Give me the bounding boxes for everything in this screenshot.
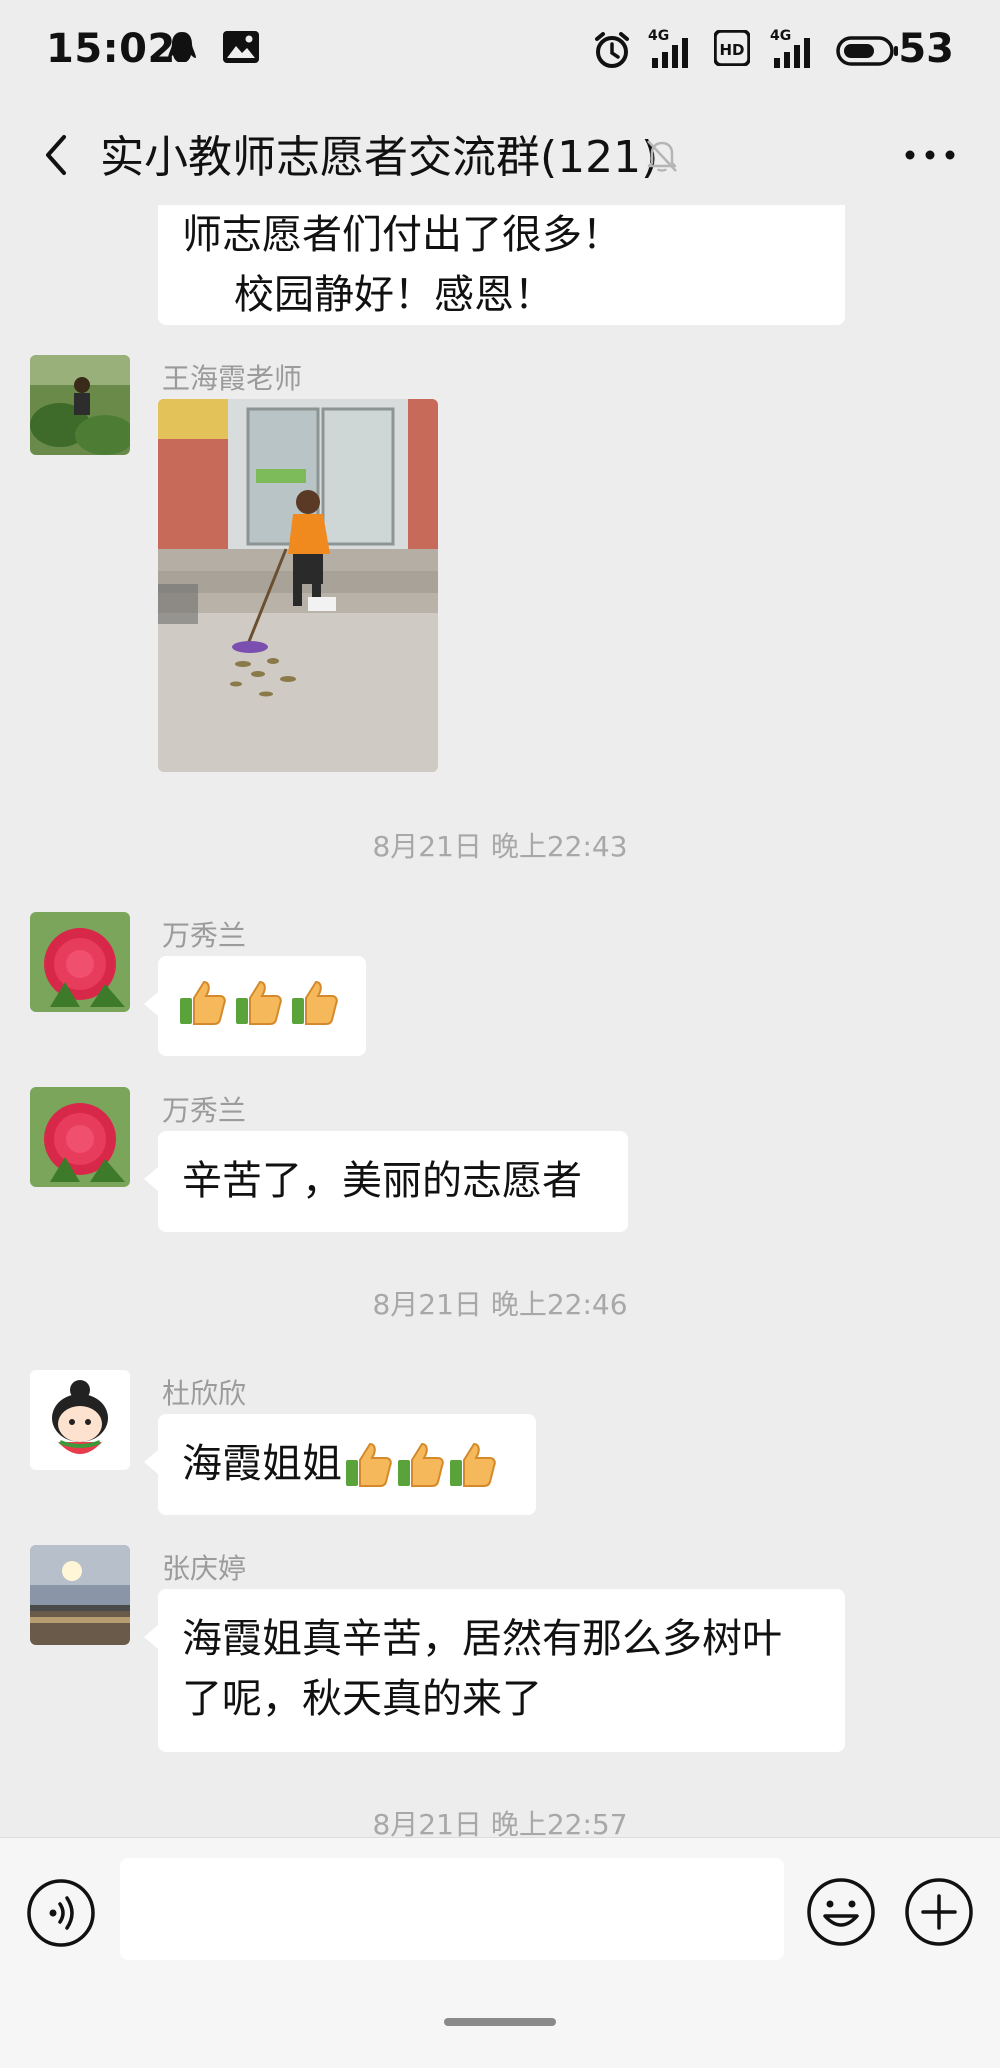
chat-header: 实小教师志愿者交流群(121) xyxy=(0,105,1000,205)
avatar-sunset-photo xyxy=(30,1545,130,1645)
message-input[interactable] xyxy=(120,1858,784,1960)
battery-icon xyxy=(836,36,898,66)
message-bubble[interactable]: 海霞姐真辛苦，居然有那么多树叶 了呢，秋天真的来了 xyxy=(144,1589,845,1752)
message-text: 辛苦了，美丽的志愿者 xyxy=(182,1158,582,1204)
input-bar xyxy=(0,1837,1000,2068)
message-bubble[interactable]: 辛苦了，美丽的志愿者 xyxy=(144,1131,628,1232)
avatar[interactable] xyxy=(30,355,130,455)
emoji-smile-icon[interactable] xyxy=(805,1876,877,1948)
timestamp: 8月21日 晚上22:46 xyxy=(372,1288,628,1321)
message-list[interactable]: 师志愿者们付出了很多！ 校园静好！感恩！ 王海霞老师 8月21日 晚上22:43… xyxy=(0,205,1000,1837)
avatar-cartoon-girl xyxy=(30,1370,130,1470)
message-content: 海霞姐姐 xyxy=(182,1434,512,1494)
qq-penguin-icon xyxy=(168,32,196,62)
message-text-line: 校园静好！感恩！ xyxy=(234,272,554,318)
thumbs-up-icon xyxy=(450,1442,496,1487)
avatar[interactable] xyxy=(30,1545,130,1645)
volunteer-photo xyxy=(158,399,438,772)
voice-icon[interactable] xyxy=(26,1878,96,1948)
timestamp: 8月21日 晚上22:43 xyxy=(372,830,628,863)
avatar[interactable] xyxy=(30,912,130,1012)
home-indicator[interactable] xyxy=(444,2018,556,2026)
sender-name: 万秀兰 xyxy=(162,1094,247,1127)
plus-circle-icon[interactable] xyxy=(903,1876,975,1948)
message-bubble[interactable]: 师志愿者们付出了很多！ 校园静好！感恩！ xyxy=(158,205,845,325)
avatar-gardening-photo xyxy=(30,355,130,455)
thumbs-up-icon xyxy=(236,980,282,1025)
message-image[interactable] xyxy=(158,399,438,772)
avatar-peony-flower xyxy=(30,1087,130,1187)
status-bar: 15:02 4G HD 4G 53 xyxy=(0,0,1000,105)
alarm-icon xyxy=(595,32,629,68)
thumbs-up-icon xyxy=(292,980,338,1025)
message-text-line: 了呢，秋天真的来了 xyxy=(182,1676,542,1722)
avatar-peony-flower xyxy=(30,912,130,1012)
message-text: 海霞姐姐 xyxy=(182,1441,342,1487)
page-title: 实小教师志愿者交流群(121) xyxy=(100,132,659,183)
sender-name: 王海霞老师 xyxy=(162,362,303,395)
bell-off-icon xyxy=(647,140,677,172)
thumbs-up-icon xyxy=(398,1442,444,1487)
message-text-line: 海霞姐真辛苦，居然有那么多树叶 xyxy=(182,1616,782,1662)
image-notify-icon xyxy=(223,31,259,63)
svg-text:HD: HD xyxy=(719,41,744,59)
more-dots-icon[interactable] xyxy=(900,127,960,183)
clock: 15:02 xyxy=(46,26,176,72)
battery-percent: 53 xyxy=(898,26,954,72)
message-bubble[interactable]: 海霞姐姐 xyxy=(144,1414,536,1515)
signal-icon-2 xyxy=(774,38,810,68)
timestamp: 8月21日 晚上22:57 xyxy=(372,1808,628,1837)
chevron-left-icon[interactable] xyxy=(28,125,88,185)
sender-name: 张庆婷 xyxy=(162,1552,247,1585)
sender-name: 万秀兰 xyxy=(162,919,247,952)
sender-name: 杜欣欣 xyxy=(162,1377,247,1410)
emoji-row xyxy=(176,976,348,1028)
message-bubble[interactable] xyxy=(144,956,366,1056)
signal-icon xyxy=(652,38,688,68)
thumbs-up-icon xyxy=(180,980,226,1025)
message-text-line: 师志愿者们付出了很多！ xyxy=(182,212,622,258)
hd-icon: HD xyxy=(714,30,750,66)
avatar[interactable] xyxy=(30,1087,130,1187)
avatar[interactable] xyxy=(30,1370,130,1470)
thumbs-up-icon xyxy=(346,1442,392,1487)
